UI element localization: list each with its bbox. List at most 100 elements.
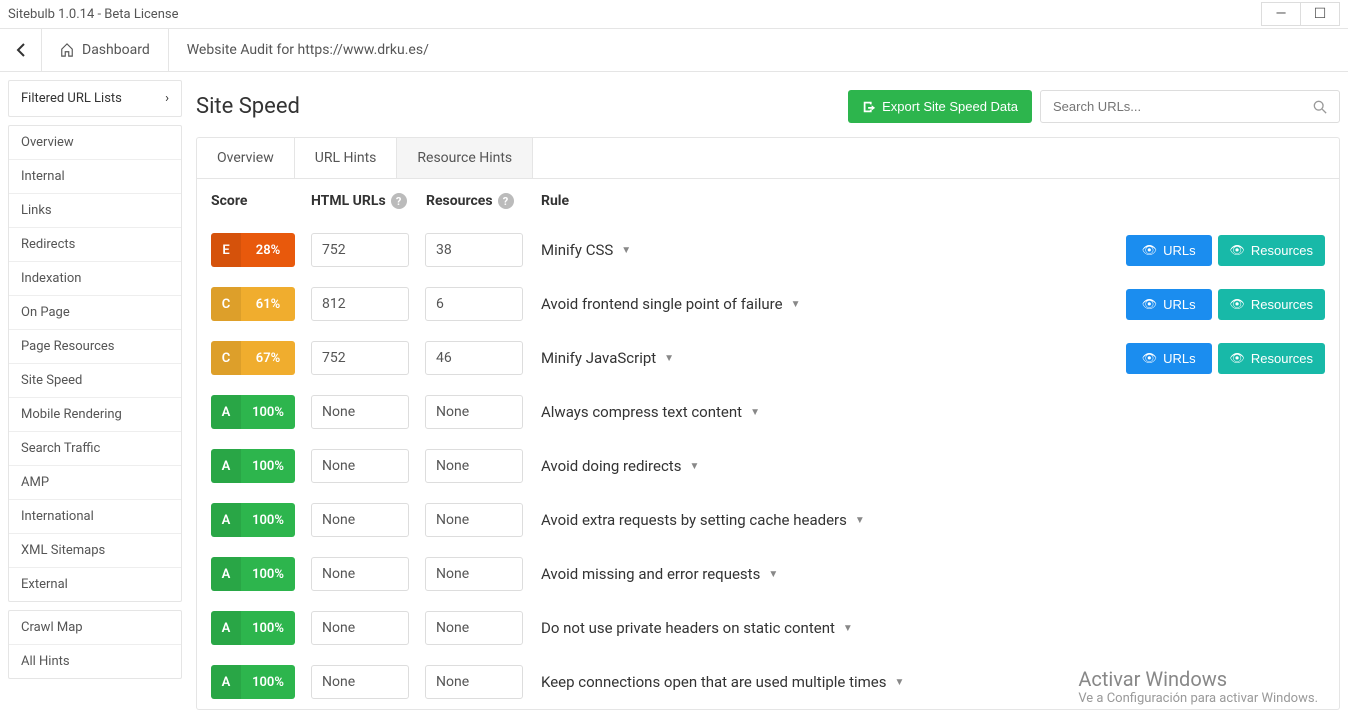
minimize-button[interactable]: — <box>1261 2 1301 26</box>
table-row: E28% 752 38Minify CSS ▼👁URLs👁Resources <box>197 223 1339 277</box>
score-letter: C <box>211 287 241 321</box>
main-content: Site Speed Export Site Speed Data Overvi… <box>190 72 1348 710</box>
chevron-down-icon: ▼ <box>843 623 853 634</box>
score-badge: A100% <box>211 449 295 483</box>
resources-button[interactable]: 👁Resources <box>1218 235 1325 266</box>
rule-name[interactable]: Avoid missing and error requests ▼ <box>523 565 1325 583</box>
sidebar-item-mobile-rendering[interactable]: Mobile Rendering <box>9 397 181 431</box>
sidebar-item-all-hints[interactable]: All Hints <box>9 644 181 678</box>
rule-name[interactable]: Always compress text content ▼ <box>523 403 1325 421</box>
urls-button[interactable]: 👁URLs <box>1126 343 1212 374</box>
search-box[interactable] <box>1040 90 1340 123</box>
sidebar-item-international[interactable]: International <box>9 499 181 533</box>
score-letter: C <box>211 341 241 375</box>
sidebar-item-xml-sitemaps[interactable]: XML Sitemaps <box>9 533 181 567</box>
chevron-down-icon: ▼ <box>791 299 801 310</box>
score-percent: 100% <box>241 405 295 420</box>
rule-name[interactable]: Minify CSS ▼ <box>523 241 1126 259</box>
score-badge: A100% <box>211 557 295 591</box>
export-button[interactable]: Export Site Speed Data <box>848 90 1032 123</box>
eye-icon: 👁 <box>1230 351 1245 365</box>
html-urls-value: None <box>311 449 409 483</box>
chevron-down-icon: ▼ <box>621 245 631 256</box>
score-percent: 100% <box>241 513 295 528</box>
resources-value: 38 <box>425 233 523 267</box>
score-badge: C67% <box>211 341 295 375</box>
html-urls-value: None <box>311 395 409 429</box>
row-actions: 👁URLs👁Resources <box>1126 289 1325 320</box>
sidebar-item-overview[interactable]: Overview <box>9 126 181 159</box>
table-row: A100%NoneNoneKeep connections open that … <box>197 655 1339 709</box>
export-icon <box>862 100 876 114</box>
chevron-right-icon: › <box>165 91 169 106</box>
urls-button[interactable]: 👁URLs <box>1126 235 1212 266</box>
score-percent: 28% <box>241 243 295 258</box>
row-actions: 👁URLs👁Resources <box>1126 235 1325 266</box>
score-badge: E28% <box>211 233 295 267</box>
score-letter: A <box>211 557 241 591</box>
rule-name[interactable]: Avoid extra requests by setting cache he… <box>523 511 1325 529</box>
score-percent: 100% <box>241 567 295 582</box>
window-title: Sitebulb 1.0.14 - Beta License <box>8 7 179 22</box>
sidebar-item-site-speed[interactable]: Site Speed <box>9 363 181 397</box>
resources-value: None <box>425 449 523 483</box>
score-percent: 100% <box>241 459 295 474</box>
export-label: Export Site Speed Data <box>882 99 1018 114</box>
chevron-down-icon: ▼ <box>895 677 905 688</box>
results-table: Score HTML URLs ? Resources ? Rule E28%7… <box>196 179 1340 710</box>
resources-value: None <box>425 503 523 537</box>
maximize-button[interactable]: ☐ <box>1300 2 1340 26</box>
chevron-down-icon: ▼ <box>664 353 674 364</box>
help-icon[interactable]: ? <box>498 193 514 209</box>
sidebar-item-on-page[interactable]: On Page <box>9 295 181 329</box>
html-urls-value: 752 <box>311 233 409 267</box>
sidebar-item-redirects[interactable]: Redirects <box>9 227 181 261</box>
resources-button[interactable]: 👁Resources <box>1218 343 1325 374</box>
sidebar-item-external[interactable]: External <box>9 567 181 601</box>
help-icon[interactable]: ? <box>391 193 407 209</box>
tab-resource-hints[interactable]: Resource Hints <box>397 138 533 178</box>
chevron-down-icon: ▼ <box>689 461 699 472</box>
tab-url-hints[interactable]: URL Hints <box>295 138 398 178</box>
resources-value: None <box>425 665 523 699</box>
score-letter: A <box>211 503 241 537</box>
rule-name[interactable]: Avoid frontend single point of failure ▼ <box>523 295 1126 313</box>
rule-name[interactable]: Avoid doing redirects ▼ <box>523 457 1325 475</box>
sidebar-item-amp[interactable]: AMP <box>9 465 181 499</box>
sidebar-item-page-resources[interactable]: Page Resources <box>9 329 181 363</box>
dashboard-link[interactable]: Dashboard <box>42 29 169 71</box>
rule-name[interactable]: Minify JavaScript ▼ <box>523 349 1126 367</box>
table-row: C67% 752 46Minify JavaScript ▼👁URLs👁Resour… <box>197 331 1339 385</box>
urls-button[interactable]: 👁URLs <box>1126 289 1212 320</box>
tabs: OverviewURL HintsResource Hints <box>196 137 1340 179</box>
score-letter: A <box>211 665 241 699</box>
window-controls: — ☐ <box>1262 2 1340 26</box>
resources-button[interactable]: 👁Resources <box>1218 289 1325 320</box>
resources-value: 46 <box>425 341 523 375</box>
table-row: A100%NoneNoneAvoid doing redirects ▼ <box>197 439 1339 493</box>
eye-icon: 👁 <box>1142 243 1157 257</box>
sidebar-item-links[interactable]: Links <box>9 193 181 227</box>
html-urls-value: 752 <box>311 341 409 375</box>
sidebar-item-internal[interactable]: Internal <box>9 159 181 193</box>
filtered-url-lists-header[interactable]: Filtered URL Lists › <box>9 81 181 116</box>
table-row: A100%NoneNoneAlways compress text conten… <box>197 385 1339 439</box>
back-button[interactable] <box>0 29 42 71</box>
html-urls-value: None <box>311 503 409 537</box>
search-icon <box>1313 100 1327 114</box>
rule-name[interactable]: Keep connections open that are used mult… <box>523 673 1325 691</box>
html-urls-value: None <box>311 557 409 591</box>
search-input[interactable] <box>1053 99 1313 114</box>
tab-overview[interactable]: Overview <box>197 138 295 178</box>
page-title: Site Speed <box>196 94 300 119</box>
score-badge: A100% <box>211 503 295 537</box>
chevron-down-icon: ▼ <box>855 515 865 526</box>
rule-name[interactable]: Do not use private headers on static con… <box>523 619 1325 637</box>
filtered-url-lists-label: Filtered URL Lists <box>21 91 122 106</box>
html-urls-value: None <box>311 611 409 645</box>
sidebar-item-search-traffic[interactable]: Search Traffic <box>9 431 181 465</box>
table-row: A100%NoneNoneDo not use private headers … <box>197 601 1339 655</box>
sidebar-item-indexation[interactable]: Indexation <box>9 261 181 295</box>
sidebar-item-crawl-map[interactable]: Crawl Map <box>9 611 181 644</box>
score-badge: A100% <box>211 611 295 645</box>
